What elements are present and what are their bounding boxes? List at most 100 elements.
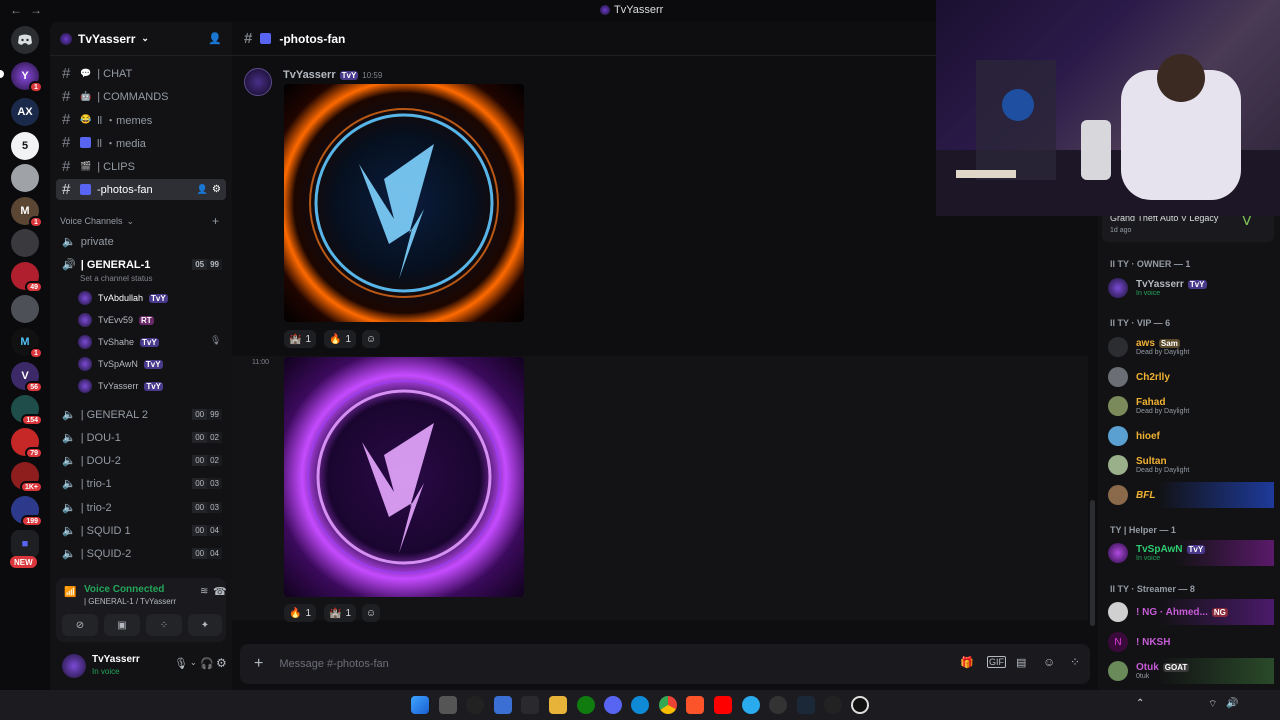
server-icon[interactable]: AX [11,98,39,126]
member-row[interactable]: Sultan Dead by Daylight [1108,452,1274,478]
member-row[interactable]: ! NG · Ahmed... NG [1108,599,1274,625]
telegram-icon[interactable] [742,696,760,714]
obs-icon[interactable] [851,696,869,714]
sticker-icon[interactable]: ▤ [1016,656,1026,669]
add-reaction-button[interactable]: ☺ [362,330,380,348]
chevron-down-icon[interactable]: ⌄ [190,658,197,667]
server-header[interactable]: TvYasserr ⌄ 👤 [50,22,232,56]
server-icon[interactable] [11,164,39,192]
add-attachment-icon[interactable]: + [254,655,263,673]
message-composer[interactable]: + Message #-photos-fan 🎁 GIF ▤ ☺ ⁘ [240,644,1090,684]
edge-icon[interactable] [631,696,649,714]
voice-member[interactable]: TvYasserr TvY [78,376,164,396]
file-explorer-icon[interactable] [549,696,567,714]
add-reaction-button[interactable]: ☺ [362,604,380,622]
voice-channel[interactable]: 🔈 | DOU-1 00 02 [56,427,226,448]
member-row[interactable]: BFL [1108,482,1274,508]
activities-button[interactable]: ⁘ [146,614,182,636]
apps-icon[interactable]: ⁘ [1070,655,1080,669]
folder-icon[interactable]: ■ [11,530,39,558]
server-icon[interactable] [11,229,39,257]
member-row[interactable]: aws Sam Dead by Daylight [1108,334,1274,360]
reaction[interactable]: 🏰 1 [284,330,317,348]
microphone-icon[interactable]: 🎙 [174,657,188,670]
avatar[interactable] [62,654,86,678]
chrome-icon[interactable] [659,696,677,714]
headphones-icon[interactable]: 🎧 [200,657,214,670]
gear-icon[interactable]: ⚙ [212,184,221,195]
channel-clips[interactable]: # 🎬 | CLIPS [56,156,226,177]
channel-memes[interactable]: # 😂 ll ・memes [56,109,226,130]
member-row[interactable]: hioef [1108,423,1274,449]
soundwave-icon[interactable]: ≋ [200,586,208,597]
add-channel-icon[interactable]: + [212,214,219,228]
back-arrow-icon[interactable]: ← [10,3,22,17]
voice-channel[interactable]: 🔈 | trio-1 00 03 [56,473,226,494]
server-icon[interactable]: 49 [11,262,43,293]
server-icon[interactable]: M1 [11,197,43,228]
channel-media[interactable]: # ll ・media [56,132,226,153]
voice-member[interactable]: TvShahe TvY [78,332,159,352]
server-icon[interactable]: 5 [11,132,39,160]
voice-channel[interactable]: 🔈 | DOU-2 00 02 [56,450,226,471]
store-icon[interactable] [521,696,539,714]
attachment-image[interactable] [284,84,524,322]
voice-channel[interactable]: 🔈 | SQUID-2 00 04 [56,543,226,564]
discord-home-icon[interactable] [11,26,39,54]
author-name[interactable]: TvYasserr [283,69,336,81]
start-icon[interactable] [411,696,429,714]
server-icon[interactable]: 199 [11,496,43,527]
scrollbar[interactable] [1090,500,1095,626]
invite-icon[interactable]: 👤 [197,184,208,195]
server-icon[interactable]: V 56 [11,362,43,393]
server-icon[interactable]: 154 [11,395,43,426]
app-icon[interactable] [466,696,484,714]
emoji-icon[interactable]: ☺ [1043,655,1055,669]
channel-chat[interactable]: # 💬 | CHAT [56,63,226,84]
attachment-image[interactable] [284,357,524,597]
voice-channel-general-1[interactable]: 🔊 | GENERAL-1 05 99 [56,254,226,275]
server-icon[interactable] [11,295,39,323]
voice-channel[interactable]: 🔈 | GENERAL 2 00 99 [56,404,226,425]
youtube-icon[interactable] [714,696,732,714]
forward-arrow-icon[interactable]: → [30,3,42,17]
server-icon[interactable]: 1K+ [11,462,43,493]
member-row[interactable]: Otuk GOAT 0tuk [1108,658,1274,684]
voice-status[interactable]: Voice Connected [84,584,164,595]
voice-member[interactable]: TvEvv59 RT [78,310,154,330]
settings-icon[interactable] [824,696,842,714]
brave-icon[interactable] [686,696,704,714]
channel-status[interactable]: Set a channel status [80,274,153,283]
member-row[interactable]: TvSpAwN TvY In voice [1108,540,1274,566]
app-icon[interactable] [494,696,512,714]
gift-icon[interactable]: 🎁 [960,656,974,669]
voice-channel-private[interactable]: 🔈 private [56,231,226,252]
app-icon[interactable] [769,696,787,714]
reaction[interactable]: 🔥 1 [284,604,317,622]
member-row[interactable]: TvYasserr TvY In voice [1108,275,1274,301]
chevron-up-icon[interactable]: ⌃ [1136,698,1144,709]
volume-icon[interactable]: 🔊 [1226,698,1238,709]
gear-icon[interactable]: ⚙ [216,656,227,670]
server-icon[interactable]: M1 [11,328,43,359]
discord-icon[interactable] [604,696,622,714]
voice-section-header[interactable]: Voice Channels ⌄ [60,216,134,227]
add-member-icon[interactable]: 👤 [208,32,222,45]
steam-icon[interactable] [797,696,815,714]
server-icon[interactable]: Y1 [11,62,43,93]
voice-member[interactable]: TvAbdullah TvY [78,288,168,308]
channel-commands[interactable]: # 🤖 | COMMANDS [56,86,226,107]
message-input[interactable]: Message #-photos-fan [279,658,388,670]
member-row[interactable]: N! NKSH [1108,629,1274,655]
member-row[interactable]: Fahad Dead by Daylight [1108,393,1274,419]
camera-off-button[interactable]: ⊘ [62,614,98,636]
reaction[interactable]: 🏰 1 [324,604,357,622]
server-icon[interactable]: 79 [11,428,43,459]
voice-channel-name[interactable]: | GENERAL-1 / TvYasserr [84,597,176,606]
voice-member[interactable]: TvSpAwN TvY [78,354,163,374]
voice-channel[interactable]: 🔈 | trio-2 00 03 [56,497,226,518]
gif-icon[interactable]: GIF [987,656,1006,668]
member-row[interactable]: Ch2rlly [1108,364,1274,390]
reaction[interactable]: 🔥 1 [324,330,357,348]
xbox-icon[interactable] [577,696,595,714]
